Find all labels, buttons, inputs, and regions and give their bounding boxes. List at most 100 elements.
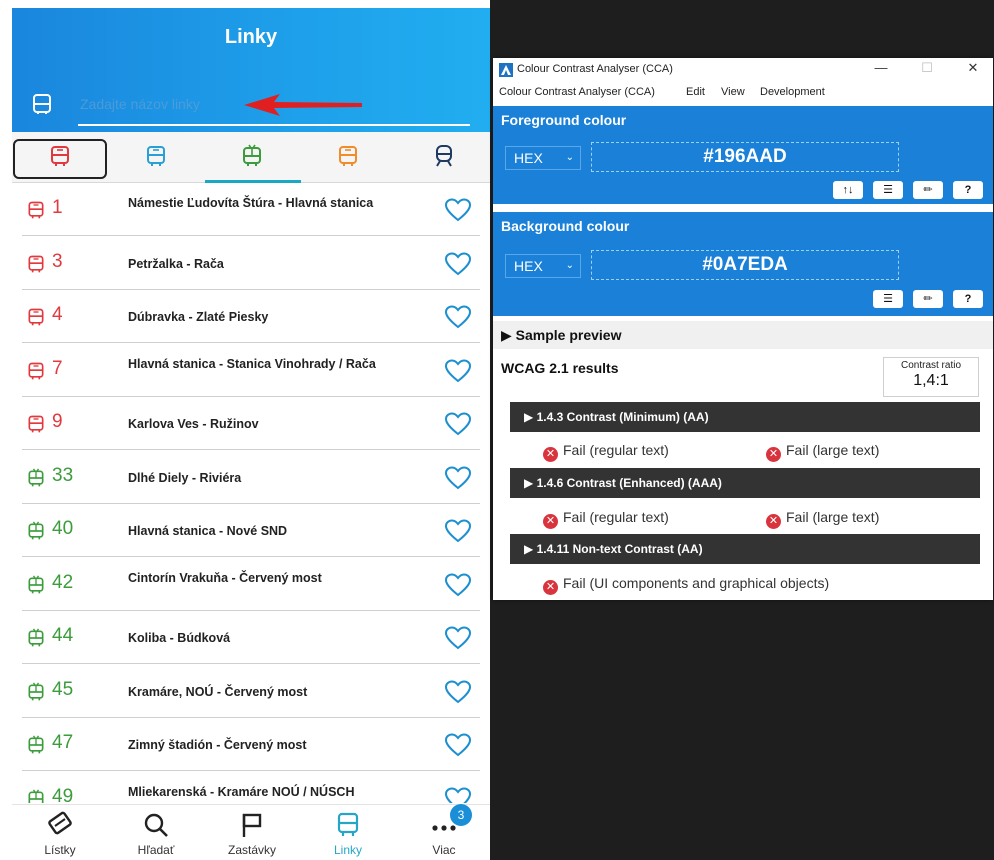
heart-icon[interactable] — [444, 679, 472, 704]
menu-edit[interactable]: Edit — [686, 86, 705, 98]
foreground-eyedropper-button[interactable]: ✏ — [913, 181, 943, 199]
minimize-button[interactable]: — — [865, 60, 897, 80]
background-eyedropper-button[interactable]: ✏ — [913, 290, 943, 308]
line-row[interactable]: 33 Dlhé Diely - Riviéra — [12, 451, 490, 504]
fail-icon: ✕ — [543, 580, 558, 595]
nav-flag[interactable]: Zastávky — [204, 805, 300, 860]
line-row[interactable]: 42 Cintorín Vrakuňa - Červený most — [12, 558, 490, 611]
bus-search-icon — [33, 94, 51, 114]
trolleybus-icon — [28, 681, 44, 700]
line-number: 7 — [52, 357, 63, 379]
line-row[interactable]: 9 Karlova Ves - Ružinov — [12, 397, 490, 450]
menu-development[interactable]: Development — [760, 86, 825, 98]
heart-icon[interactable] — [444, 733, 472, 757]
nav-search[interactable]: Hľadať — [108, 805, 204, 860]
result-large-text: ✕ Fail (large text) — [766, 442, 879, 462]
line-row[interactable]: 7 Hlavná stanica - Stanica Vinohrady / Ra… — [12, 344, 490, 397]
window-title: Colour Contrast Analyser (CCA) — [517, 63, 673, 75]
background-hex-input[interactable]: #0A7EDA — [591, 250, 899, 280]
foreground-title: Foreground colour — [501, 112, 627, 128]
line-name: Námestie Ľudovíta Štúra - Hlavná stanica — [128, 196, 374, 210]
line-number: 40 — [52, 518, 74, 539]
tab-train-navy[interactable] — [396, 132, 490, 182]
nav-bus[interactable]: Linky — [300, 805, 396, 860]
result-non-text: ✕ Fail (UI components and graphical objec… — [543, 575, 829, 595]
chevron-down-icon: ⌄ — [565, 260, 574, 271]
criterion-label: ▶ 1.4.11 Non-text Contrast (AA) — [524, 542, 703, 556]
trolleybus-icon — [28, 467, 44, 486]
tab-bus-orange[interactable] — [300, 132, 396, 182]
page-title: Linky — [224, 26, 278, 48]
heart-icon[interactable] — [444, 305, 472, 329]
criterion-1-4-6[interactable]: ▶ 1.4.6 Contrast (Enhanced) (AAA) — [510, 468, 980, 498]
swap-colours-button[interactable]: ↑↓ — [833, 181, 863, 199]
nav-label: Hľadať — [137, 843, 175, 857]
line-name: Mliekarenská - Kramáre NOÚ / NÚSCH — [128, 784, 355, 799]
line-row[interactable]: 4 Dúbravka - Zlaté Piesky — [12, 290, 490, 343]
contrast-ratio-value: 1,4:1 — [913, 372, 949, 389]
heart-icon[interactable] — [444, 626, 472, 650]
line-row[interactable]: 1 Námestie Ľudovíta Štúra - Hlavná stanic… — [12, 183, 490, 236]
mobile-app: Linky 1 Námestie Ľudovíta Štúra - Hlavná … — [12, 8, 490, 860]
menu-view[interactable]: View — [721, 86, 745, 98]
heart-icon[interactable] — [444, 519, 472, 543]
contrast-ratio-label: Contrast ratio — [900, 360, 962, 371]
tab-trolleybus-green[interactable] — [204, 132, 300, 182]
heart-icon[interactable] — [444, 198, 472, 222]
foreground-format-select[interactable]: HEX ⌄ — [505, 146, 581, 170]
heart-icon[interactable] — [444, 786, 472, 804]
criterion-1-4-11[interactable]: ▶ 1.4.11 Non-text Contrast (AA) — [510, 534, 980, 564]
line-row[interactable]: 47 Zimný štadión - Červený most — [12, 718, 490, 771]
background-help-button[interactable]: ? — [953, 290, 983, 308]
line-number: 3 — [52, 250, 63, 272]
line-name: Koliba - Búdková — [128, 631, 231, 645]
line-row[interactable]: 44 Koliba - Búdková — [12, 611, 490, 664]
bus-icon — [337, 812, 359, 836]
tram-icon — [28, 362, 44, 379]
result-regular-text: ✕ Fail (regular text) — [543, 509, 669, 529]
foreground-panel: Foreground colour HEX ⌄ #196AAD ↑↓ ☰ ✏ ? — [493, 106, 993, 204]
result-text: Fail (regular text) — [563, 442, 669, 458]
line-row[interactable]: 45 Kramáre, NOÚ - Červený most — [12, 665, 490, 718]
sample-preview-toggle[interactable]: ▶ Sample preview — [493, 321, 993, 349]
criterion-label: ▶ 1.4.3 Contrast (Minimum) (AA) — [524, 410, 709, 424]
heart-icon[interactable] — [444, 412, 472, 436]
heart-icon[interactable] — [444, 572, 472, 597]
menu-app[interactable]: Colour Contrast Analyser (CCA) — [499, 86, 655, 98]
maximize-button[interactable]: ☐ — [911, 60, 943, 80]
line-number: 44 — [52, 625, 74, 646]
line-number: 47 — [52, 732, 74, 753]
heart-icon[interactable] — [444, 251, 472, 276]
foreground-help-button[interactable]: ? — [953, 181, 983, 199]
nav-ticket[interactable]: Lístky — [12, 805, 108, 860]
line-number: 49 — [52, 785, 74, 804]
line-name: Dlhé Diely - Riviéra — [128, 470, 242, 485]
close-button[interactable]: ✕ — [957, 60, 989, 80]
background-format-select[interactable]: HEX ⌄ — [505, 254, 581, 278]
result-text: Fail (UI components and graphical object… — [563, 575, 830, 591]
background-sliders-button[interactable]: ☰ — [873, 290, 903, 308]
background-title: Background colour — [501, 218, 630, 234]
line-row[interactable]: 40 Hlavná stanica - Nové SND — [12, 504, 490, 557]
line-row[interactable]: 3 Petržalka - Rača — [12, 237, 490, 290]
result-large-text: ✕ Fail (large text) — [766, 509, 879, 529]
foreground-sliders-button[interactable]: ☰ — [873, 181, 903, 199]
tram-icon — [28, 415, 44, 433]
contrast-ratio-box: Contrast ratio 1,4:1 — [883, 357, 979, 397]
result-text: Fail (large text) — [786, 442, 880, 458]
fail-icon: ✕ — [766, 514, 781, 529]
tab-bus-blue[interactable] — [108, 132, 204, 182]
heart-icon[interactable] — [444, 465, 472, 490]
line-name: Hlavná stanica - Nové SND — [128, 524, 288, 538]
search-icon — [144, 813, 168, 837]
foreground-hex-input[interactable]: #196AAD — [591, 142, 899, 172]
criterion-label: ▶ 1.4.6 Contrast (Enhanced) (AAA) — [524, 476, 722, 490]
criterion-1-4-3[interactable]: ▶ 1.4.3 Contrast (Minimum) (AA) — [510, 402, 980, 432]
line-name: Karlova Ves - Ružinov — [128, 417, 259, 431]
heart-icon[interactable] — [444, 358, 472, 383]
cca-window: Colour Contrast Analyser (CCA) — ☐ ✕ Col… — [493, 58, 993, 600]
chevron-down-icon: ⌄ — [565, 152, 574, 163]
result-text: Fail (regular text) — [563, 509, 669, 525]
line-row[interactable]: 49 Mliekarenská - Kramáre NOÚ / NÚSCH — [12, 772, 490, 804]
nav-more[interactable]: Viac — [396, 805, 490, 860]
